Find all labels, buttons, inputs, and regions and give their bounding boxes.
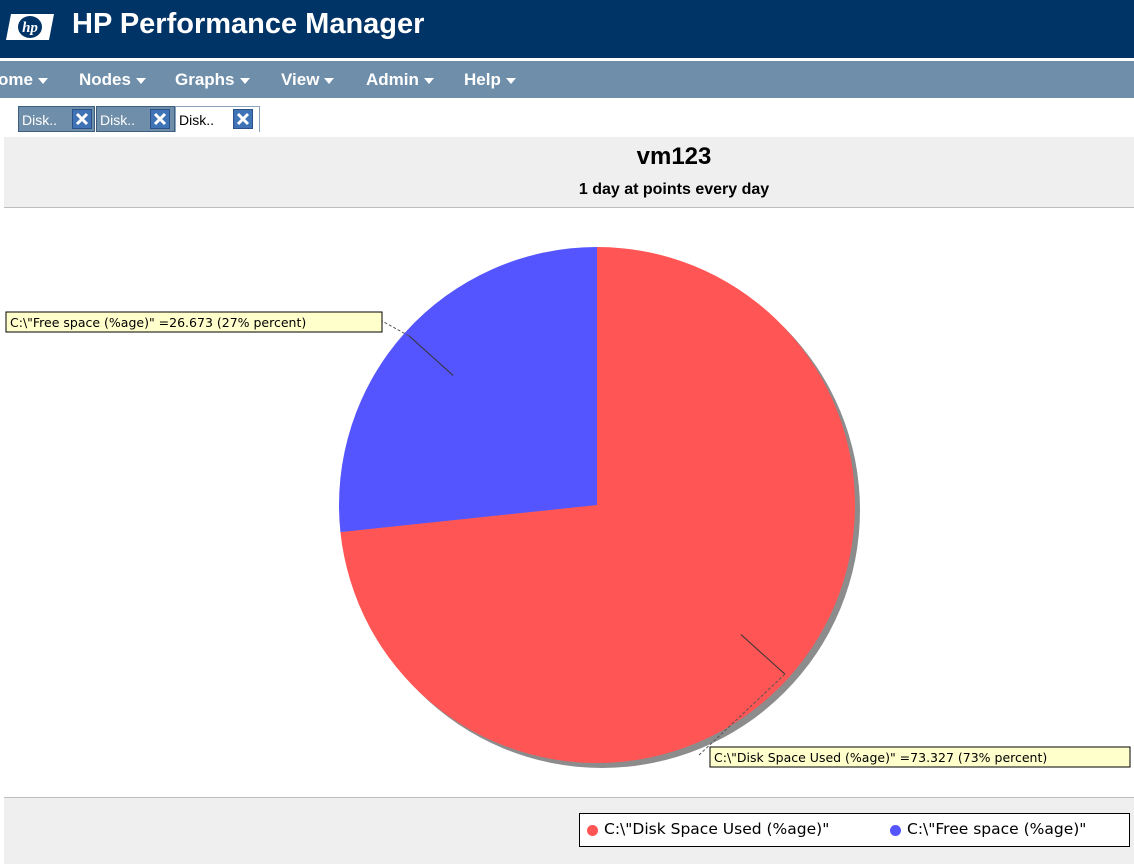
close-icon[interactable] [72, 109, 92, 129]
chevron-down-icon [505, 77, 516, 84]
chevron-down-icon [423, 77, 434, 84]
tab-strip: Disk.. Disk.. Disk.. [0, 103, 1134, 137]
tab-label: Disk.. [100, 112, 135, 128]
chart-legend: C:\"Disk Space Used (%age)" C:\"Free spa… [579, 813, 1130, 847]
close-icon[interactable] [150, 109, 170, 129]
hp-logo-icon: hp [6, 14, 54, 40]
menu-nodes-label: Nodes [79, 70, 131, 89]
pie-slice-free-space[interactable] [338, 247, 597, 533]
menu-home[interactable]: ome [0, 61, 48, 98]
pie-chart: C:\"Disk Space Used (%age)" =73.327 (73%… [5, 247, 1131, 768]
menu-help-label: Help [464, 70, 501, 89]
legend-swatch-used [587, 825, 598, 836]
chevron-down-icon [135, 77, 146, 84]
chevron-down-icon [324, 77, 335, 84]
chevron-down-icon [37, 77, 48, 84]
menu-home-label: ome [0, 70, 33, 89]
chevron-down-icon [239, 77, 250, 84]
tab-label: Disk.. [22, 112, 57, 128]
graph-header: vm123 1 day at points every day [4, 137, 1134, 208]
menu-view-label: View [281, 70, 320, 89]
app-title: HP Performance Manager [72, 8, 425, 40]
logo-text: hp [22, 20, 38, 36]
menu-graphs[interactable]: Graphs [175, 61, 250, 98]
tab-disk-2[interactable]: Disk.. [96, 106, 175, 132]
menu-nodes[interactable]: Nodes [79, 61, 146, 98]
tab-label: Disk.. [179, 112, 214, 128]
legend-label-free: C:\"Free space (%age)" [907, 820, 1087, 838]
legend-swatch-free [890, 825, 901, 836]
menu-bar: ome Nodes Graphs View Admin Help [0, 61, 1134, 98]
menu-graphs-label: Graphs [175, 70, 235, 89]
tab-disk-1[interactable]: Disk.. [18, 106, 95, 132]
menu-view[interactable]: View [281, 61, 335, 98]
menu-admin-label: Admin [366, 70, 419, 89]
graph-title: vm123 [636, 143, 712, 170]
menu-admin[interactable]: Admin [366, 61, 434, 98]
title-bar: hp HP Performance Manager [0, 0, 1134, 58]
close-icon[interactable] [233, 109, 253, 129]
graph-subtitle: 1 day at points every day [578, 181, 770, 198]
tab-disk-3[interactable]: Disk.. [175, 106, 260, 132]
legend-label-used: C:\"Disk Space Used (%age)" [604, 820, 830, 838]
callout-text: C:\"Disk Space Used (%age)" =73.327 (73%… [714, 750, 1047, 765]
callout-text: C:\"Free space (%age)" =26.673 (27% perc… [10, 315, 306, 330]
menu-help[interactable]: Help [464, 61, 516, 98]
